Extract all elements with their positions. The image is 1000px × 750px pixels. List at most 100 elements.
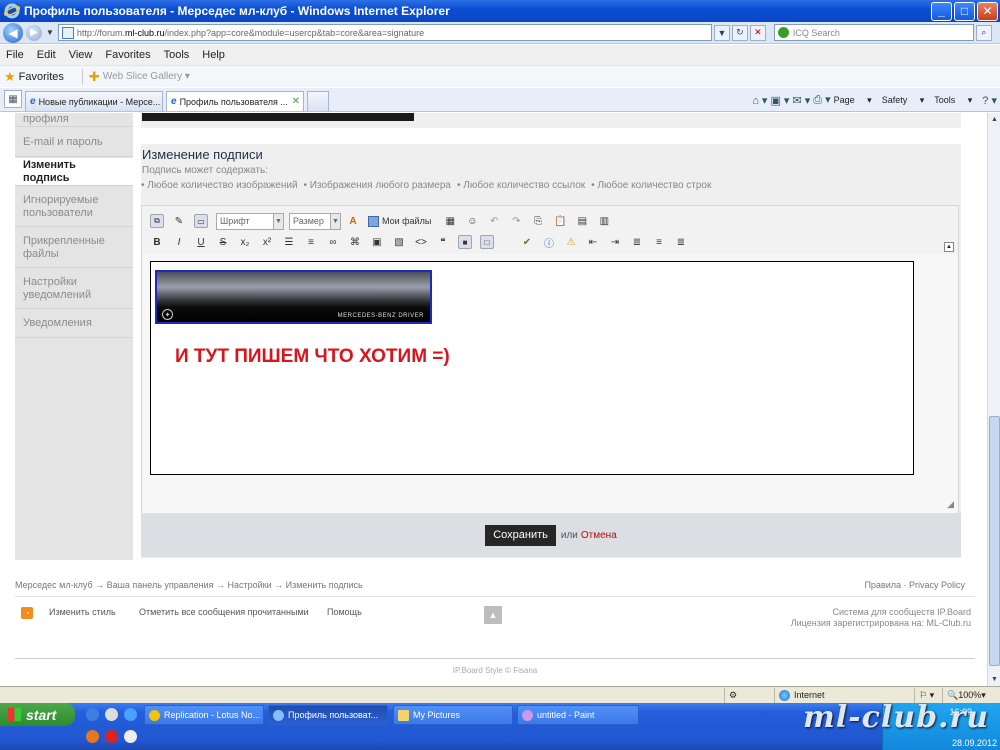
back-to-top-button[interactable]: ▲ — [484, 606, 502, 624]
menu-file[interactable]: File — [6, 49, 24, 61]
help-icon[interactable]: ? ▾ — [982, 94, 997, 107]
desktop-quick-icon[interactable] — [105, 708, 118, 721]
taskbar-item-ie[interactable]: Профиль пользоват... — [268, 705, 388, 725]
close-tab-icon[interactable]: ✕ — [292, 96, 300, 107]
strike-icon[interactable]: S — [216, 235, 230, 249]
quick-tabs-icon[interactable]: ▦ — [4, 90, 22, 108]
source-icon[interactable]: ⧉ — [150, 214, 164, 228]
warning-icon[interactable]: ⚠ — [564, 235, 578, 249]
forward-button[interactable]: ▶ — [26, 24, 42, 41]
scrollbar-thumb[interactable] — [989, 416, 1000, 666]
menu-favorites[interactable]: Favorites — [105, 49, 150, 61]
page-scrollbar[interactable]: ▲ ▼ — [987, 113, 1000, 686]
menu-tools[interactable]: Tools — [164, 49, 190, 61]
mail-icon[interactable]: ✉ ▾ — [792, 94, 810, 107]
image-icon[interactable]: ▣ — [370, 235, 384, 249]
paste-text-icon[interactable]: ▤ — [575, 214, 589, 228]
rules-link[interactable]: Правила — [864, 580, 901, 590]
sidebar-item-ignored-users[interactable]: Игнорируемые пользователи — [15, 187, 133, 227]
my-files-button[interactable]: Мои файлы — [368, 215, 431, 227]
paste-icon[interactable]: 📋 — [553, 214, 567, 228]
favorites-button[interactable]: Favorites — [19, 71, 64, 83]
scroll-up-icon[interactable]: ▲ — [989, 114, 1000, 125]
help-link[interactable]: Помощь — [327, 607, 362, 617]
save-button[interactable]: Сохранить — [485, 524, 556, 546]
bold-icon[interactable]: B — [150, 235, 164, 249]
superscript-icon[interactable]: x² — [260, 235, 274, 249]
firefox-icon[interactable] — [86, 730, 99, 743]
history-dropdown-icon[interactable]: ▼ — [46, 28, 54, 37]
size-select[interactable]: Размер ▼ — [289, 212, 341, 230]
change-style-link[interactable]: Изменить стиль — [49, 607, 116, 617]
refresh-icon[interactable]: ↻ — [731, 24, 748, 41]
sidebar-item-attachments[interactable]: Прикрепленные файлы — [15, 228, 133, 268]
subscript-icon[interactable]: x₂ — [238, 235, 252, 249]
menu-edit[interactable]: Edit — [37, 49, 56, 61]
tab-new-publications[interactable]: e Новые публикации - Мерсе... — [25, 91, 163, 111]
sidebar-item-email-password[interactable]: E-mail и пароль — [15, 129, 133, 157]
paste-word-icon[interactable]: ▥ — [597, 214, 611, 228]
align-center-icon[interactable]: ≡ — [652, 235, 666, 249]
hide-icon[interactable]: □ — [480, 235, 494, 249]
unlink-icon[interactable]: ⌘ — [348, 235, 362, 249]
redo-icon[interactable]: ↷ — [509, 214, 523, 228]
spoiler-icon[interactable]: ■ — [458, 235, 472, 249]
menu-view[interactable]: View — [69, 49, 93, 61]
copy-icon[interactable]: ⎘ — [531, 214, 545, 228]
sidebar-item-notifications[interactable]: Уведомления — [15, 310, 133, 338]
new-tab-button[interactable] — [307, 91, 329, 111]
align-left-icon[interactable]: ≣ — [630, 235, 644, 249]
tools-menu[interactable]: Tools ▾ — [934, 95, 972, 106]
taskbar-item-my-pictures[interactable]: My Pictures — [393, 705, 513, 725]
underline-icon[interactable]: U — [194, 235, 208, 249]
menu-help[interactable]: Help — [202, 49, 225, 61]
table-icon[interactable]: ▦ — [443, 214, 457, 228]
toggle-editor-icon[interactable]: ▭ — [194, 214, 208, 228]
quote-icon[interactable]: ❝ — [436, 235, 450, 249]
safety-menu[interactable]: Safety ▾ — [882, 95, 925, 106]
back-button[interactable]: ◀ — [3, 22, 23, 43]
rss-icon[interactable]: ◔ — [21, 607, 33, 619]
add-favorite-icon[interactable]: ✚ — [89, 69, 100, 85]
cancel-link[interactable]: Отмена — [581, 530, 617, 541]
tab-user-profile[interactable]: e Профиль пользователя ... ✕ — [166, 91, 304, 111]
privacy-link[interactable]: Privacy Policy — [909, 580, 965, 590]
check-icon[interactable]: ✔ — [520, 235, 534, 249]
bullet-list-icon[interactable]: ☰ — [282, 235, 296, 249]
taskbar-item-paint[interactable]: untitled - Paint — [517, 705, 639, 725]
numbered-list-icon[interactable]: ≡ — [304, 235, 318, 249]
taskbar-item-lotus[interactable]: Replication - Lotus No... — [144, 705, 264, 725]
emoticon-icon[interactable]: ☺ — [465, 214, 479, 228]
info-icon[interactable]: ⓘ — [542, 235, 556, 250]
page-menu[interactable]: Page ▾ — [834, 95, 872, 106]
mark-read-link[interactable]: Отметить все сообщения прочитанными — [139, 607, 309, 617]
ie-alt-quick-icon[interactable] — [124, 708, 137, 721]
align-right-icon[interactable]: ≣ — [674, 235, 688, 249]
link-icon[interactable]: ∞ — [326, 235, 340, 249]
opera-icon[interactable] — [105, 730, 118, 743]
ie-quick-icon[interactable] — [86, 708, 99, 721]
scroll-down-icon[interactable]: ▼ — [989, 674, 1000, 685]
web-slice-gallery-link[interactable]: Web Slice Gallery ▾ — [103, 71, 190, 82]
stop-icon[interactable]: ✕ — [749, 24, 766, 41]
close-button[interactable]: ✕ — [977, 1, 998, 21]
start-button[interactable]: start — [0, 703, 75, 726]
media-icon[interactable]: ▧ — [392, 235, 406, 249]
minimize-button[interactable]: _ — [931, 1, 952, 21]
breadcrumb[interactable]: Мерседес мл-клуб → Ваша панель управлени… — [15, 580, 363, 590]
indent-icon[interactable]: ⇥ — [608, 235, 622, 249]
code-icon[interactable]: <> — [414, 235, 428, 249]
sidebar-item-profile[interactable]: профиля — [15, 113, 133, 127]
signature-textarea[interactable]: ✦ MERCEDES-BENZ DRIVER И ТУТ ПИШЕМ ЧТО Х… — [150, 261, 914, 475]
tool-icon[interactable] — [124, 730, 137, 743]
feeds-icon[interactable]: ▣ ▾ — [770, 94, 789, 107]
print-icon[interactable]: ⎙ ▾ — [813, 93, 830, 107]
italic-icon[interactable]: I — [172, 235, 186, 249]
sidebar-item-signature[interactable]: Изменить подпись — [15, 158, 133, 186]
popup-blocker-icon[interactable]: ⚙ — [724, 687, 774, 703]
outdent-icon[interactable]: ⇤ — [586, 235, 600, 249]
eraser-icon[interactable]: ✎ — [172, 214, 186, 228]
resize-handle-icon[interactable]: ◢ — [947, 499, 954, 510]
undo-icon[interactable]: ↶ — [487, 214, 501, 228]
collapse-toolbar-icon[interactable]: ▲ — [944, 242, 954, 252]
